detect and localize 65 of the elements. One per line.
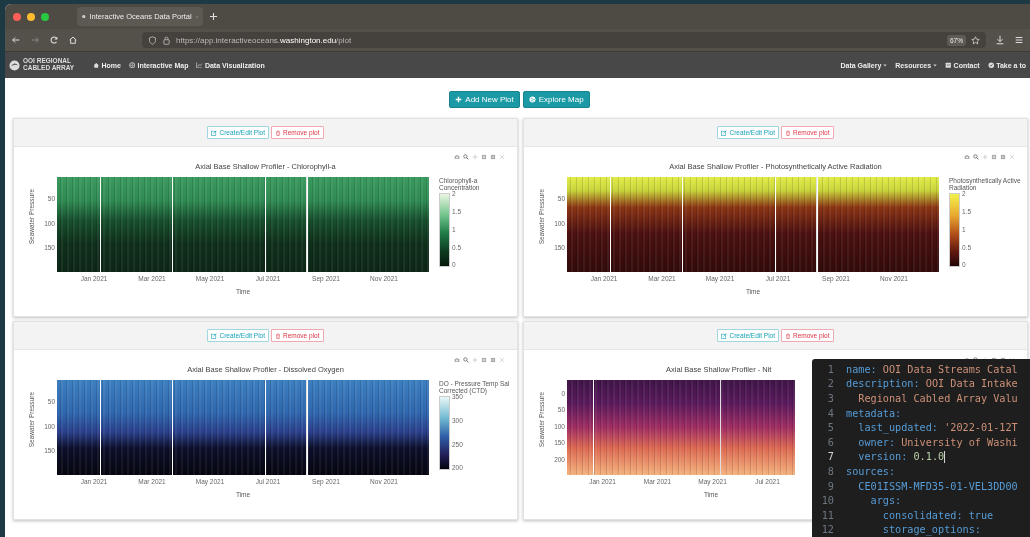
star-icon[interactable] [971,35,980,45]
zoom-out-icon[interactable] [490,154,496,160]
camera-icon[interactable] [454,357,460,363]
line-number: 4 [826,407,835,419]
line-number: 11 [820,509,835,521]
edit-icon [721,129,728,136]
edit-icon [721,332,728,339]
edit-icon [211,332,218,339]
globe-icon [528,96,536,103]
trash-icon [785,332,791,339]
action-button[interactable]: Add New Plot [449,91,520,108]
code-line: CE01ISSM-MFD35-01-VEL3DD00 [857,480,1018,492]
swirl-logo-icon[interactable] [9,59,20,71]
heatmap-drawing[interactable] [567,177,939,272]
download-icon[interactable] [995,35,1005,45]
back-arrow-icon[interactable] [11,35,21,45]
line-number: 3 [826,393,835,404]
edit-icon [211,129,218,136]
maximize-window-icon[interactable] [41,12,49,21]
house-icon [93,61,100,69]
line-number: 2 [826,378,835,390]
menu-icon[interactable] [1014,35,1024,45]
minimize-window-icon[interactable] [27,12,35,21]
action-button[interactable]: Explore Map [522,91,590,108]
code-line: metadata: [846,407,902,419]
zoom-out-icon[interactable] [490,357,496,363]
code-line: description: OOI Data Intake [846,378,1018,390]
globe-icon [128,61,136,69]
code-line: storage_options: [881,524,981,536]
line-number: 9 [826,480,835,492]
code-line: Regional Cabled Array Valu [857,393,1018,404]
code-line: version: 0.1.0 [857,450,946,463]
reload-icon[interactable] [49,35,59,45]
line-number: 5 [826,422,835,434]
code-line: consolidated: true [881,509,994,521]
close-window-icon[interactable] [13,12,21,21]
zoom-in-icon[interactable] [481,357,487,363]
trash-icon [785,129,791,136]
home-icon[interactable] [68,35,78,45]
code-line: sources: [846,465,896,477]
line-chart-icon [196,61,203,69]
check-circle-icon [987,61,995,69]
code-line: owner: University of Washi [857,436,1018,448]
line-number: 1 [826,363,835,375]
code-line: args: [869,495,902,507]
plus-icon [455,96,463,103]
line-number: 7 [826,451,835,463]
code-line: last_updated: '2022-01-12T [857,422,1018,434]
new-tab-icon[interactable] [209,12,218,21]
envelope-icon [945,61,952,69]
trash-icon [275,332,281,339]
line-number: 8 [826,465,835,477]
lock-icon [162,35,171,45]
zoom-in-icon[interactable] [991,154,997,160]
line-number: 10 [820,495,835,507]
shield-icon [148,35,157,45]
camera-icon[interactable] [454,154,460,160]
heatmap-drawing[interactable] [567,380,795,475]
code-line: name: OOI Data Streams Catal [846,363,1018,375]
trash-icon [275,129,281,136]
line-number: 6 [826,436,835,448]
zoom-out-icon[interactable] [1000,154,1006,160]
line-number: 12 [820,524,835,536]
zoom-in-icon[interactable] [481,154,487,160]
camera-icon[interactable] [964,154,970,160]
